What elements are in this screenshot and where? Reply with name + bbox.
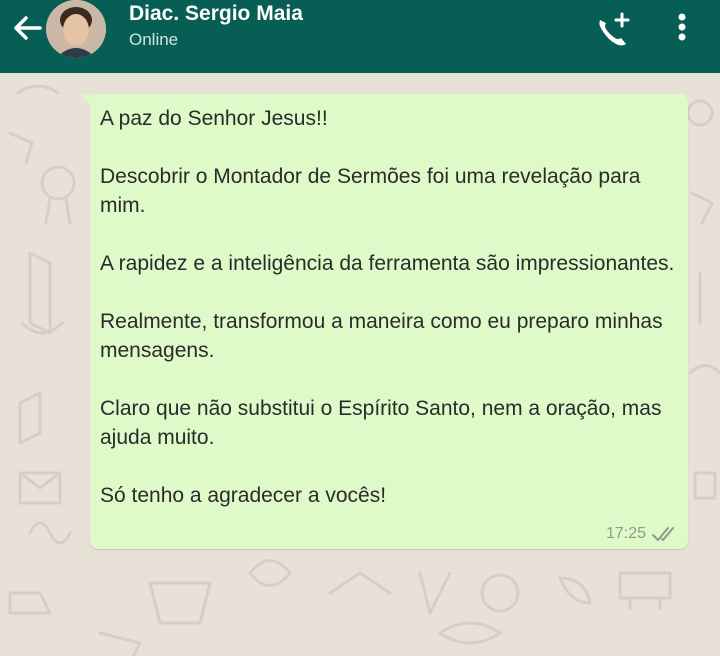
message-paragraph: Claro que não substitui o Espírito Santo… [100, 397, 662, 449]
arrow-left-icon [14, 16, 42, 40]
message-bubble[interactable]: A paz do Senhor Jesus!! Descobrir o Mont… [90, 94, 688, 549]
message-paragraph: A paz do Senhor Jesus!! [100, 107, 328, 130]
contact-name[interactable]: Diac. Sergio Maia [129, 2, 303, 26]
more-options-button[interactable] [670, 12, 694, 44]
message-time: 17:25 [605, 525, 646, 542]
message-meta: 17:25 [606, 525, 678, 543]
message-paragraph: Realmente, transformou a maneira como eu… [100, 310, 663, 362]
add-call-icon [599, 12, 630, 46]
avatar[interactable] [46, 0, 106, 58]
double-check-icon [652, 527, 674, 541]
message-paragraph: A rapidez e a inteligência da ferramenta… [100, 252, 675, 275]
contact-status: Online [129, 30, 179, 49]
message-paragraph: Descobrir o Montador de Sermões foi uma … [100, 165, 641, 217]
back-button[interactable] [10, 10, 46, 46]
avatar-photo [46, 0, 106, 58]
add-call-button[interactable] [592, 10, 632, 50]
message-text: A paz do Senhor Jesus!! Descobrir o Mont… [100, 104, 675, 539]
more-vert-icon [678, 13, 686, 41]
chat-header: Diac. Sergio Maia Online [0, 0, 720, 73]
message-paragraph: Só tenho a agradecer a vocês! [100, 484, 387, 507]
